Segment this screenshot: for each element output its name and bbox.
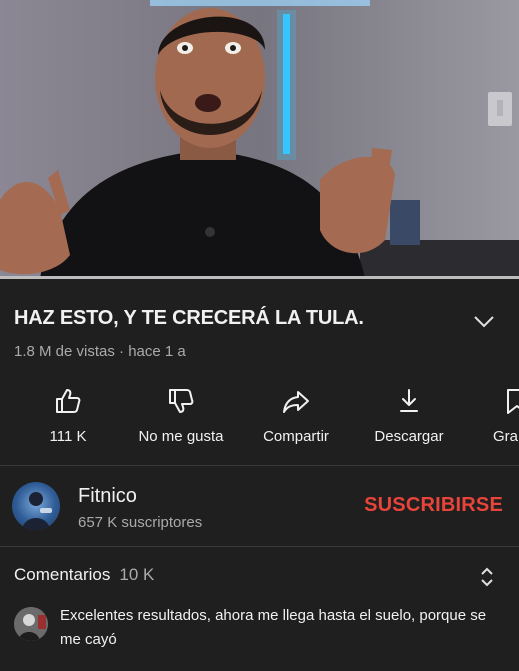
expand-icon[interactable] [476,565,498,589]
download-button[interactable]: Descargar [364,382,454,452]
commenter-avatar-image [14,607,48,641]
bookmark-icon [507,389,519,414]
thumbs-down-icon [169,389,194,413]
divider [0,465,519,466]
download-icon [400,389,418,412]
dislike-label: No me gusta [138,428,224,445]
action-bar: 111 K No me gusta Compartir Descargar Gr… [0,382,519,452]
commenter-avatar[interactable] [14,607,48,641]
share-icon [283,391,309,413]
top-comment-text[interactable]: Excelentes resultados, ahora me llega ha… [60,604,490,652]
like-button[interactable]: 111 K [40,382,96,452]
subscriber-count: 657 K suscriptores [78,514,203,531]
video-title[interactable]: HAZ ESTO, Y TE CRECERÁ LA TULA. [14,307,454,330]
like-count: 111 K [49,428,87,445]
divider [0,546,519,547]
channel-name[interactable]: Fitnico [78,485,137,508]
channel-avatar[interactable] [12,482,60,530]
download-label: Descargar [374,428,444,445]
comments-header[interactable]: Comentarios 10 K [14,565,154,585]
share-label: Compartir [263,428,329,445]
thumbs-up-icon [56,389,81,413]
channel-avatar-image [22,492,52,530]
video-meta: 1.8 M de vistas · hace 1 a [14,343,186,360]
comments-label: Comentarios [14,565,111,584]
chevron-down-icon[interactable] [470,309,498,333]
video-progress-fill [0,276,519,279]
video-thumbnail [0,0,519,278]
share-button[interactable]: Compartir [252,382,340,452]
video-player[interactable] [0,0,519,278]
video-progress-bar[interactable] [0,276,519,279]
subscribe-button[interactable]: SUSCRIBIRSE [364,494,503,517]
comments-count: 10 K [119,565,155,584]
save-button[interactable]: Gra [490,382,519,452]
dislike-button[interactable]: No me gusta [128,382,234,452]
save-label: Gra [493,428,519,445]
